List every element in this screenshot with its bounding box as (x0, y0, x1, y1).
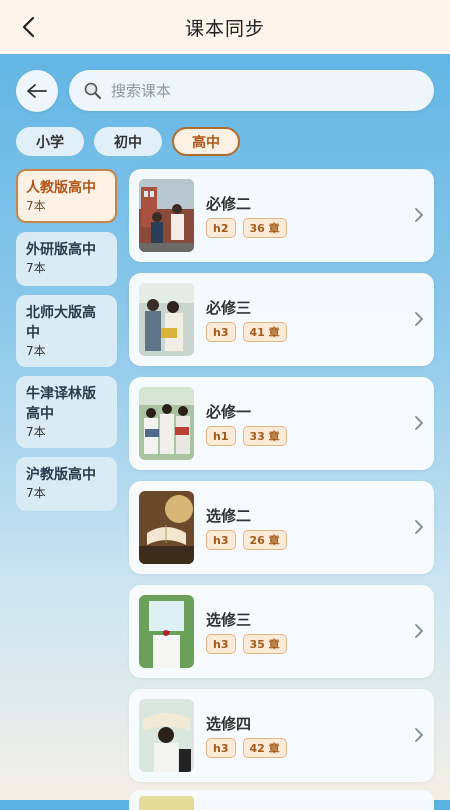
book-cover-image (139, 179, 194, 252)
book-cover-image (139, 387, 194, 460)
book-card-partial[interactable] (129, 790, 434, 810)
chapter-tag: 42 章 (242, 738, 287, 758)
publisher-count: 7本 (26, 425, 46, 439)
chevron-right-icon (415, 312, 423, 326)
sidebar-item-pep[interactable]: 人教版高中 7本 (16, 169, 117, 223)
chevron-right-icon (415, 624, 423, 638)
sidebar-item-hujiao[interactable]: 沪教版高中 7本 (16, 457, 117, 511)
book-title: 必修二 (206, 195, 252, 213)
book-cover-image (139, 699, 194, 772)
book-title: 选修四 (206, 715, 252, 733)
chapter-tag: 33 章 (242, 426, 287, 446)
sidebar-item-yilin[interactable]: 牛津译林版高中 7本 (16, 376, 117, 448)
level-tabs: 小学 初中 高中 (16, 127, 240, 156)
search-icon (84, 82, 102, 99)
chevron-right-icon (415, 728, 423, 742)
book-title: 必修一 (206, 403, 252, 421)
back-icon[interactable] (14, 13, 42, 41)
book-title: 选修二 (206, 507, 252, 525)
chapter-tag: 36 章 (242, 218, 287, 238)
grade-tag: h3 (206, 322, 236, 342)
publisher-count: 7本 (26, 486, 46, 500)
book-title: 必修三 (206, 299, 252, 317)
grade-tag: h2 (206, 218, 236, 238)
search-placeholder: 搜索课本 (111, 82, 172, 100)
book-card[interactable]: 必修二 h2 36 章 (129, 169, 434, 262)
search-input[interactable]: 搜索课本 (69, 70, 434, 111)
grade-tag: h3 (206, 530, 236, 550)
book-card[interactable]: 选修二 h3 26 章 (129, 481, 434, 574)
tab-middle[interactable]: 初中 (94, 127, 162, 156)
book-title: 选修三 (206, 611, 252, 629)
publisher-name: 沪教版高中 (26, 467, 96, 483)
book-cover-image (139, 491, 194, 564)
publisher-count: 7本 (26, 344, 46, 358)
tab-high[interactable]: 高中 (172, 127, 240, 156)
page-title: 课本同步 (184, 17, 265, 40)
chevron-right-icon (415, 416, 423, 430)
book-card[interactable]: 必修三 h3 41 章 (129, 273, 434, 366)
arrow-left-button[interactable] (16, 70, 58, 112)
publisher-name: 外研版高中 (26, 242, 96, 258)
book-list: 必修二 h2 36 章 必修三 h3 41 章 必修一 h1 33 章 选修二 … (129, 169, 434, 793)
tab-primary[interactable]: 小学 (16, 127, 84, 156)
chapter-tag: 26 章 (242, 530, 287, 550)
grade-tag: h1 (206, 426, 236, 446)
chapter-tag: 41 章 (242, 322, 287, 342)
publisher-name: 人教版高中 (26, 180, 96, 196)
sidebar-item-fltrp[interactable]: 外研版高中 7本 (16, 232, 117, 286)
chevron-right-icon (415, 520, 423, 534)
book-cover-image (139, 595, 194, 668)
publisher-count: 7本 (26, 199, 46, 213)
top-bar: 课本同步 (0, 0, 450, 54)
book-cover-image (139, 283, 194, 356)
chapter-tag: 35 章 (242, 634, 287, 654)
book-card[interactable]: 选修四 h3 42 章 (129, 689, 434, 782)
sidebar-item-bnu[interactable]: 北师大版高中 7本 (16, 295, 117, 367)
publisher-count: 7本 (26, 261, 46, 275)
search-row: 搜索课本 (16, 70, 434, 112)
chevron-right-icon (415, 208, 423, 222)
book-card[interactable]: 必修一 h1 33 章 (129, 377, 434, 470)
grade-tag: h3 (206, 738, 236, 758)
publisher-name: 牛津译林版高中 (26, 386, 96, 422)
grade-tag: h3 (206, 634, 236, 654)
book-card[interactable]: 选修三 h3 35 章 (129, 585, 434, 678)
publisher-name: 北师大版高中 (26, 305, 96, 341)
arrow-left-icon (27, 84, 47, 98)
book-cover-image (139, 796, 194, 810)
publisher-sidebar: 人教版高中 7本 外研版高中 7本 北师大版高中 7本 牛津译林版高中 7本 沪… (16, 169, 117, 520)
